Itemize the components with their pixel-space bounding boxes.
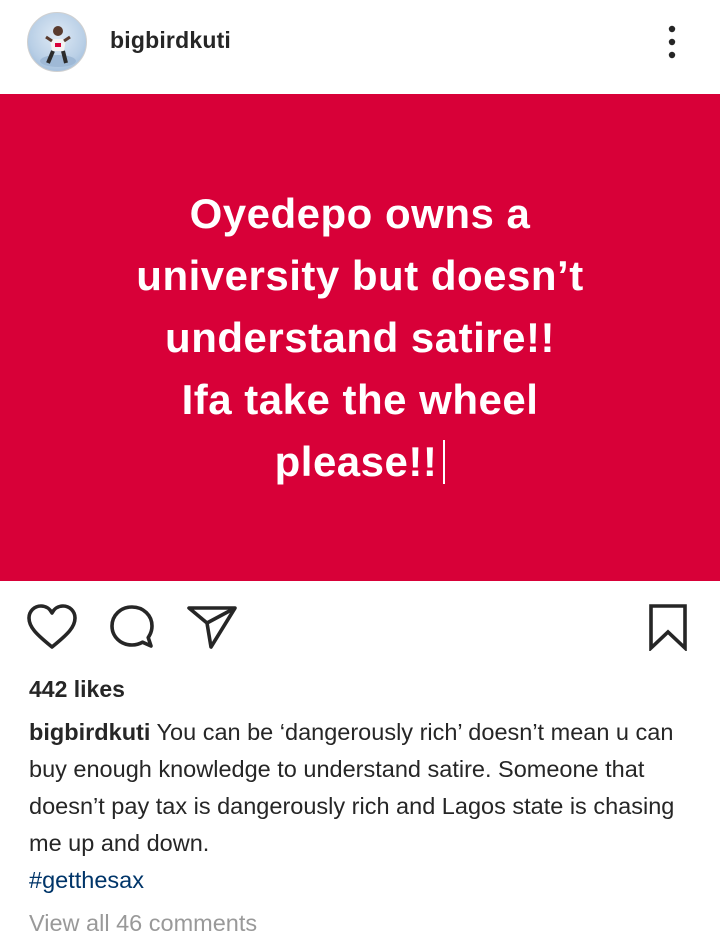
post-text-line: Oyedepo owns a	[189, 189, 531, 237]
hashtag-link[interactable]: #getthesax	[29, 862, 689, 899]
post-text-line: please!!	[274, 437, 438, 485]
view-comments-link[interactable]: View all 46 comments	[29, 910, 257, 937]
post-text-line: understand satire!!	[165, 313, 555, 361]
likes-count[interactable]: 442 likes	[29, 676, 125, 703]
post-image[interactable]: Oyedepo owns a university but doesn’t un…	[0, 94, 720, 581]
post-text: Oyedepo owns a university but doesn’t un…	[50, 183, 670, 493]
post-header: bigbirdkuti	[0, 0, 720, 94]
bookmark-icon[interactable]	[648, 603, 688, 656]
text-cursor	[443, 439, 446, 484]
post-text-line: Ifa take the wheel	[181, 375, 539, 423]
avatar[interactable]	[27, 12, 87, 72]
post-text-line-last: please!!	[50, 431, 670, 493]
caption-username[interactable]: bigbirdkuti	[29, 719, 150, 745]
caption: bigbirdkuti You can be ‘dangerously rich…	[29, 714, 689, 899]
send-icon[interactable]	[186, 603, 238, 656]
more-options-icon[interactable]	[661, 22, 683, 62]
heart-icon[interactable]	[26, 603, 78, 656]
comment-icon[interactable]	[108, 603, 156, 656]
username[interactable]: bigbirdkuti	[110, 27, 231, 54]
post-text-line: university but doesn’t	[136, 251, 584, 299]
avatar-image	[40, 26, 76, 67]
action-bar	[0, 581, 720, 671]
